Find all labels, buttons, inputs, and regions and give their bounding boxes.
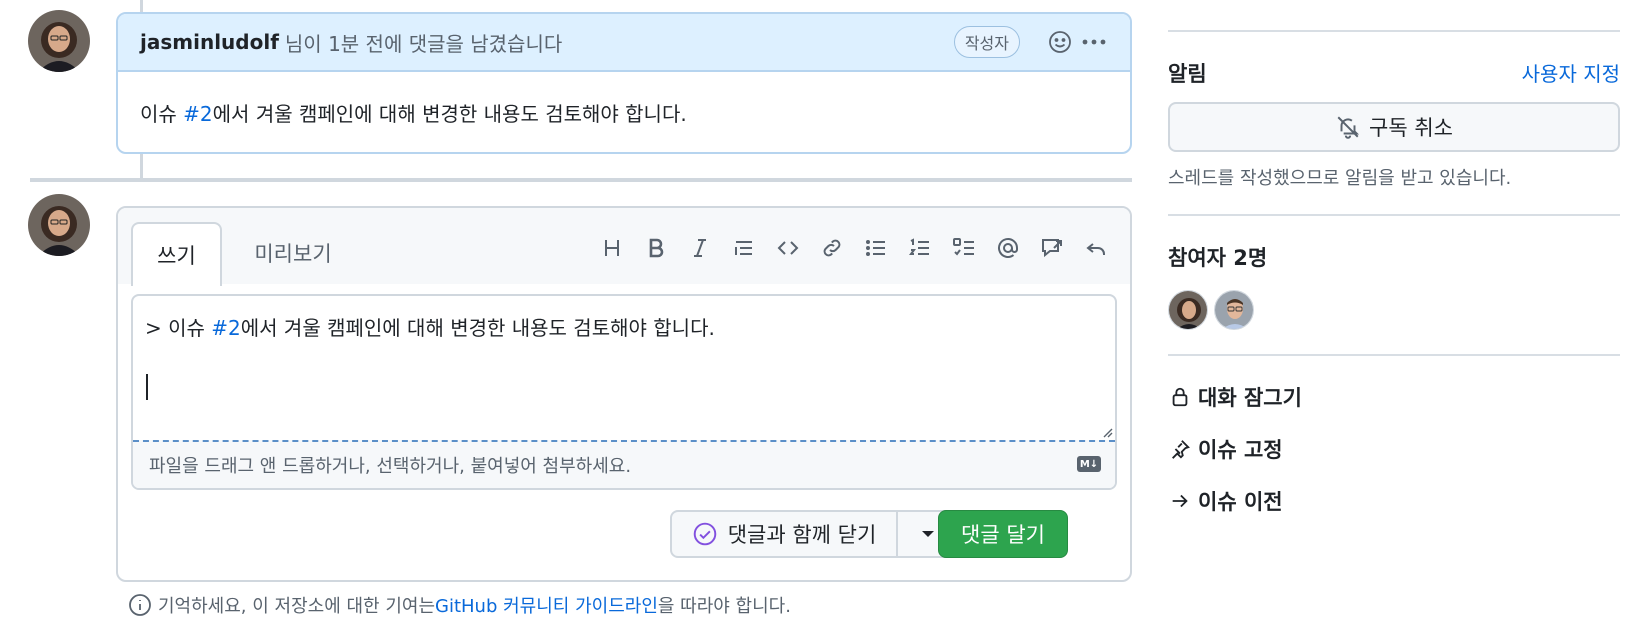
comment-composer: 쓰기 미리보기 > 이슈 #2에서 겨울 캠페인에 대해 변경한 내용도 검토해… xyxy=(116,206,1132,582)
notifications-heading: 알림 xyxy=(1168,62,1207,86)
sidebar-divider xyxy=(1168,214,1620,216)
smiley-icon[interactable] xyxy=(1046,28,1074,56)
editor-content: > 이슈 #2에서 겨울 캠페인에 대해 변경한 내용도 검토해야 합니다. xyxy=(145,312,715,341)
lock-icon xyxy=(1168,386,1192,408)
close-with-comment-label: 댓글과 함께 닫기 xyxy=(727,523,877,547)
transfer-issue-action[interactable]: 이슈 이전 xyxy=(1168,486,1283,516)
current-user-avatar[interactable] xyxy=(28,194,90,256)
italic-icon[interactable] xyxy=(686,234,714,262)
ordered-list-icon[interactable] xyxy=(906,234,934,262)
text-caret xyxy=(146,374,148,400)
bold-icon[interactable] xyxy=(642,234,670,262)
comment-author-avatar[interactable] xyxy=(28,10,90,72)
markdown-icon[interactable]: M↓ xyxy=(1077,456,1101,472)
mention-icon[interactable] xyxy=(994,234,1022,262)
participant-avatar[interactable] xyxy=(1168,290,1208,330)
editor-prefix: > 이슈 xyxy=(145,316,212,340)
contribution-guidelines-note: 기억하세요, 이 저장소에 대한 기여는 GitHub 커뮤니티 가이드라인 을 … xyxy=(128,592,791,618)
markdown-toolbar xyxy=(582,234,1110,262)
issue-link[interactable]: #2 xyxy=(183,102,212,126)
issue-closed-icon xyxy=(693,522,716,546)
comment-body: 이슈 #2에서 겨울 캠페인에 대해 변경한 내용도 검토해야 합니다. xyxy=(118,72,1130,152)
guidelines-prefix: 기억하세요, 이 저장소에 대한 기여는 xyxy=(158,596,436,617)
comment-author-name[interactable]: jasminludolf xyxy=(140,30,279,54)
tab-preview[interactable]: 미리보기 xyxy=(238,222,348,284)
resize-grip-icon[interactable] xyxy=(1101,426,1113,438)
link-icon[interactable] xyxy=(818,234,846,262)
unsubscribe-label: 구독 취소 xyxy=(1369,116,1453,140)
community-guidelines-link[interactable]: GitHub 커뮤니티 가이드라인 xyxy=(435,592,658,618)
thread-separator xyxy=(30,178,1132,182)
code-icon[interactable] xyxy=(774,234,802,262)
bell-slash-icon xyxy=(1337,116,1360,139)
arrow-right-icon xyxy=(1168,490,1192,512)
notification-reason: 스레드를 작성했으므로 알림을 받고 있습니다. xyxy=(1168,168,1512,189)
comment-body-suffix: 에서 겨울 캠페인에 대해 변경한 내용도 검토해야 합니다. xyxy=(212,102,687,126)
unsubscribe-button[interactable]: 구독 취소 xyxy=(1168,102,1620,152)
comment-textarea[interactable]: > 이슈 #2에서 겨울 캠페인에 대해 변경한 내용도 검토해야 합니다. 파… xyxy=(131,294,1117,490)
reply-icon[interactable] xyxy=(1082,234,1110,262)
participants-heading: 참여자 2명 xyxy=(1168,246,1268,270)
comment-meta: 님이 1분 전에 댓글을 남겼습니다 xyxy=(284,31,563,56)
close-with-comment-button[interactable]: 댓글과 함께 닫기 xyxy=(672,512,898,556)
pin-icon xyxy=(1168,438,1192,460)
guidelines-suffix: 을 따라야 합니다. xyxy=(657,596,791,617)
comment-card: jasminludolf 님이 1분 전에 댓글을 남겼습니다 작성자 이슈 #… xyxy=(116,12,1132,154)
editor-suffix: 에서 겨울 캠페인에 대해 변경한 내용도 검토해야 합니다. xyxy=(240,316,715,340)
submit-comment-button[interactable]: 댓글 달기 xyxy=(938,510,1068,558)
attach-drop-zone[interactable]: 파일을 드래그 앤 드롭하거나, 선택하거나, 붙여넣어 첨부하세요. M↓ xyxy=(133,440,1115,488)
lock-conversation-action[interactable]: 대화 잠그기 xyxy=(1168,382,1302,412)
unordered-list-icon[interactable] xyxy=(862,234,890,262)
comment-header: jasminludolf 님이 1분 전에 댓글을 남겼습니다 작성자 xyxy=(118,14,1130,72)
participant-avatar[interactable] xyxy=(1214,290,1254,330)
triangle-down-icon xyxy=(922,531,934,537)
close-button-group: 댓글과 함께 닫기 xyxy=(670,510,960,558)
heading-icon[interactable] xyxy=(598,234,626,262)
participants-list xyxy=(1168,290,1260,330)
sidebar-divider xyxy=(1168,354,1620,356)
author-badge: 작성자 xyxy=(953,26,1020,58)
kebab-menu-icon[interactable] xyxy=(1080,28,1108,56)
transfer-issue-label: 이슈 이전 xyxy=(1198,490,1283,514)
editor-issue-link: #2 xyxy=(211,316,241,340)
info-icon xyxy=(129,594,151,616)
reference-icon[interactable] xyxy=(1038,234,1066,262)
lock-conversation-label: 대화 잠그기 xyxy=(1198,386,1302,410)
attach-hint: 파일을 드래그 앤 드롭하거나, 선택하거나, 붙여넣어 첨부하세요. xyxy=(149,456,632,477)
customize-notifications-link[interactable]: 사용자 지정 xyxy=(1522,58,1620,87)
pin-issue-action[interactable]: 이슈 고정 xyxy=(1168,434,1283,464)
comment-body-prefix: 이슈 xyxy=(140,102,184,126)
composer-tab-bar: 쓰기 미리보기 xyxy=(118,208,1130,286)
quote-icon[interactable] xyxy=(730,234,758,262)
task-list-icon[interactable] xyxy=(950,234,978,262)
pin-issue-label: 이슈 고정 xyxy=(1198,438,1283,462)
sidebar-divider xyxy=(1168,30,1620,32)
tab-write[interactable]: 쓰기 xyxy=(131,222,222,286)
